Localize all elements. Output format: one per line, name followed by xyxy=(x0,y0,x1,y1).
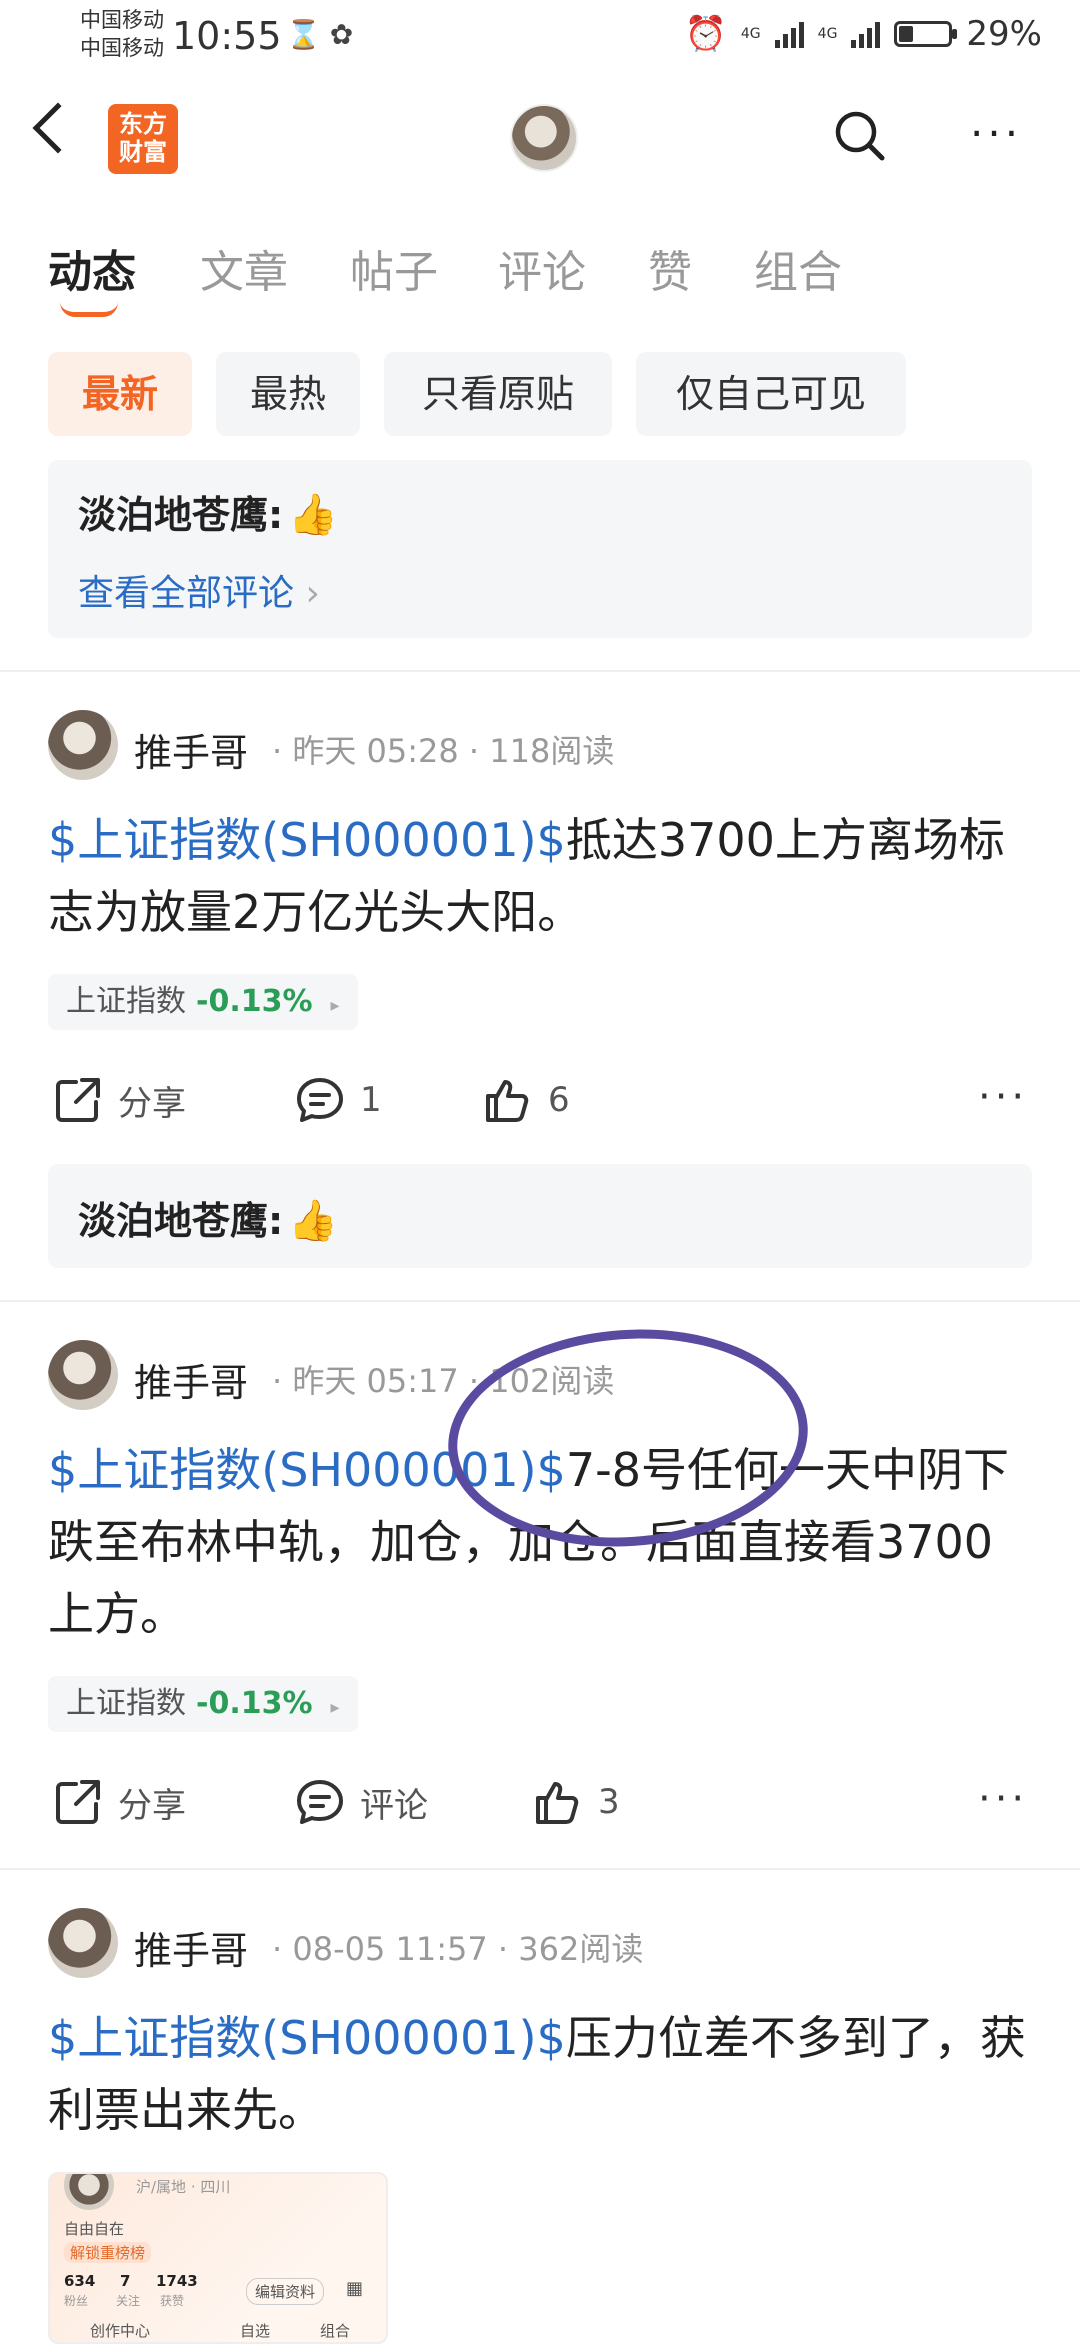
comment-button[interactable]: 1 xyxy=(294,1074,382,1126)
comment-button[interactable]: 评论 xyxy=(294,1776,428,1828)
network-type-2: 4G xyxy=(817,26,838,42)
tab-comments[interactable]: 评论 xyxy=(498,236,586,300)
play-arrow-icon: ▸ xyxy=(330,1697,340,1718)
battery-percent: 29% xyxy=(966,14,1042,54)
share-button[interactable]: 分享 xyxy=(52,1074,186,1126)
comment-icon xyxy=(297,1078,343,1122)
stock-tag[interactable]: 上证指数 -0.13% ▸ xyxy=(48,974,358,1030)
profile-avatar[interactable] xyxy=(510,104,578,172)
more-icon[interactable]: ··· xyxy=(970,113,1022,155)
post-text[interactable]: $上证指数(SH000001)$抵达3700上方离场标志为放量2万亿光头大阳。 xyxy=(48,804,1038,948)
tab-active-indicator xyxy=(60,302,118,317)
status-bar: 中国移动 中国移动 10:55 ⌛ ✿ ⏰ 4G 4G 29% xyxy=(0,0,1080,72)
carrier-label: 中国移动 中国移动 xyxy=(80,8,164,60)
tab-portfolio[interactable]: 组合 xyxy=(754,236,842,300)
chevron-right-icon: › xyxy=(305,573,320,614)
app-logo: 东方 财富 xyxy=(108,104,178,174)
back-button[interactable] xyxy=(32,102,84,154)
author-name[interactable]: 推手哥 xyxy=(134,1920,248,1975)
signal-icon xyxy=(774,20,804,48)
tab-posts[interactable]: 帖子 xyxy=(350,236,438,300)
post-meta: · 昨天 05:28 · 118阅读 xyxy=(272,732,615,770)
like-button[interactable]: 3 xyxy=(532,1776,620,1828)
reply-preview[interactable]: 淡泊地苍鹰: 👍 xyxy=(48,1164,1032,1268)
play-arrow-icon: ▸ xyxy=(330,995,340,1016)
divider xyxy=(0,670,1080,672)
clock: 10:55 xyxy=(172,14,282,58)
comment-preview[interactable]: 淡泊地苍鹰: 👍 查看全部评论 › xyxy=(48,460,1032,638)
alarm-icon: ⏰ xyxy=(684,14,727,54)
notification-icons: ⌛ ✿ xyxy=(286,18,354,51)
author-name[interactable]: 推手哥 xyxy=(134,1352,248,1407)
search-icon[interactable] xyxy=(834,110,886,162)
post-image-thumbnail[interactable]: 沪/属地 · 四川 自由自在 解锁重榜榜 634 粉丝 7 关注 1743 获赞… xyxy=(48,2172,388,2344)
post-more-button[interactable]: ··· xyxy=(978,1776,1028,1822)
share-button[interactable]: 分享 xyxy=(52,1776,186,1828)
battery-icon xyxy=(894,21,958,47)
comment-icon xyxy=(297,1780,343,1824)
author-avatar[interactable] xyxy=(48,1340,118,1410)
tab-likes[interactable]: 赞 xyxy=(648,236,692,300)
thumbs-up-emoji: 👍 xyxy=(288,1198,339,1244)
divider xyxy=(0,1868,1080,1870)
post-meta: · 08-05 11:57 · 362阅读 xyxy=(272,1930,644,1968)
filter-self-visible[interactable]: 仅自己可见 xyxy=(636,352,906,436)
mini-avatar xyxy=(64,2174,114,2210)
commenter-name: 淡泊地苍鹰: xyxy=(78,493,284,537)
like-button[interactable]: 6 xyxy=(482,1074,570,1126)
thumbs-up-icon xyxy=(486,1080,529,1122)
thumbs-up-icon xyxy=(536,1782,579,1824)
author-avatar[interactable] xyxy=(48,1908,118,1978)
filter-latest[interactable]: 最新 xyxy=(48,352,192,436)
signal-icon-2 xyxy=(851,20,881,48)
network-type-1: 4G xyxy=(740,26,761,42)
thumbs-up-emoji: 👍 xyxy=(288,492,339,538)
stock-link[interactable]: $上证指数(SH000001)$ xyxy=(48,813,566,867)
filter-original-only[interactable]: 只看原贴 xyxy=(384,352,612,436)
tab-articles[interactable]: 文章 xyxy=(200,236,288,300)
author-name[interactable]: 推手哥 xyxy=(134,722,248,777)
stock-link[interactable]: $上证指数(SH000001)$ xyxy=(48,2011,566,2065)
tab-dynamics[interactable]: 动态 xyxy=(48,236,136,300)
filter-hottest[interactable]: 最热 xyxy=(216,352,360,436)
stock-tag[interactable]: 上证指数 -0.13% ▸ xyxy=(48,1676,358,1732)
view-all-comments-link[interactable]: 查看全部评论 › xyxy=(78,564,320,616)
qr-icon: ▦ xyxy=(346,2278,364,2299)
commenter-name: 淡泊地苍鹰: xyxy=(78,1199,284,1243)
share-icon xyxy=(56,1780,100,1824)
divider xyxy=(0,1300,1080,1302)
share-icon xyxy=(56,1078,100,1122)
post-more-button[interactable]: ··· xyxy=(978,1074,1028,1120)
author-avatar[interactable] xyxy=(48,710,118,780)
post-text[interactable]: $上证指数(SH000001)$压力位差不多到了，获利票出来先。 xyxy=(48,2002,1038,2146)
battery-level xyxy=(899,26,914,42)
